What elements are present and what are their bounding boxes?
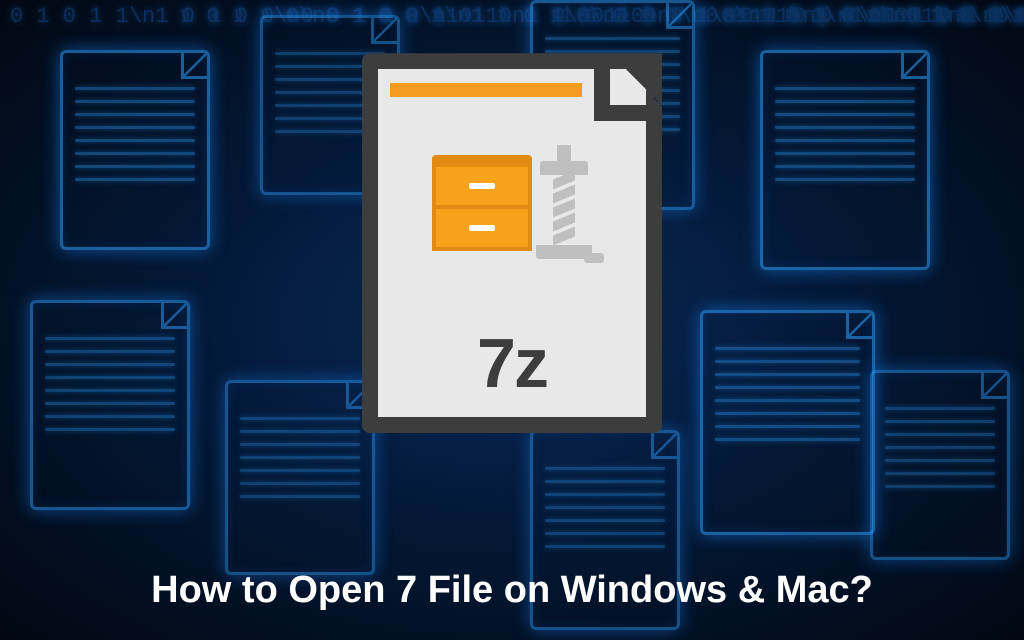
glow-doc-icon (30, 300, 190, 510)
file-extension-label: 7z (362, 323, 662, 403)
glow-doc-icon (700, 310, 875, 535)
glow-doc-icon (225, 380, 375, 575)
glow-doc-icon (760, 50, 930, 270)
article-title: How to Open 7 File on Windows & Mac? (0, 569, 1024, 612)
sevenz-file-icon: 7z (362, 53, 662, 433)
glow-doc-icon (60, 50, 210, 250)
archive-cabinet-icon (432, 155, 532, 251)
compression-clamp-icon (534, 145, 594, 259)
glow-doc-icon (870, 370, 1010, 560)
